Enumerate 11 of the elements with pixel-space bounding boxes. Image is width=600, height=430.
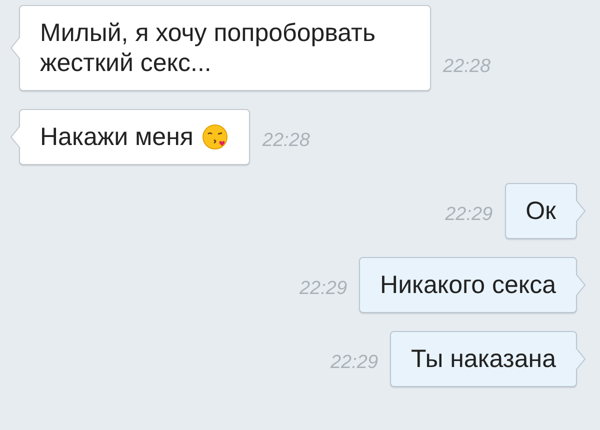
message-time: 22:29 (330, 350, 378, 374)
kissing-face-icon (201, 123, 230, 151)
message-time: 22:29 (445, 202, 493, 226)
message-text: Милый, я хочу попроборвать жесткий секс... (40, 18, 376, 78)
message-time: 22:29 (299, 276, 348, 300)
message-text: Ок (526, 196, 556, 226)
message-time: 22:28 (262, 128, 310, 152)
message-text: Ты наказана (411, 344, 556, 374)
message-text: Никакого секса (380, 270, 556, 300)
message-time: 22:28 (443, 54, 491, 78)
message-text: Накажи меня (40, 122, 194, 152)
